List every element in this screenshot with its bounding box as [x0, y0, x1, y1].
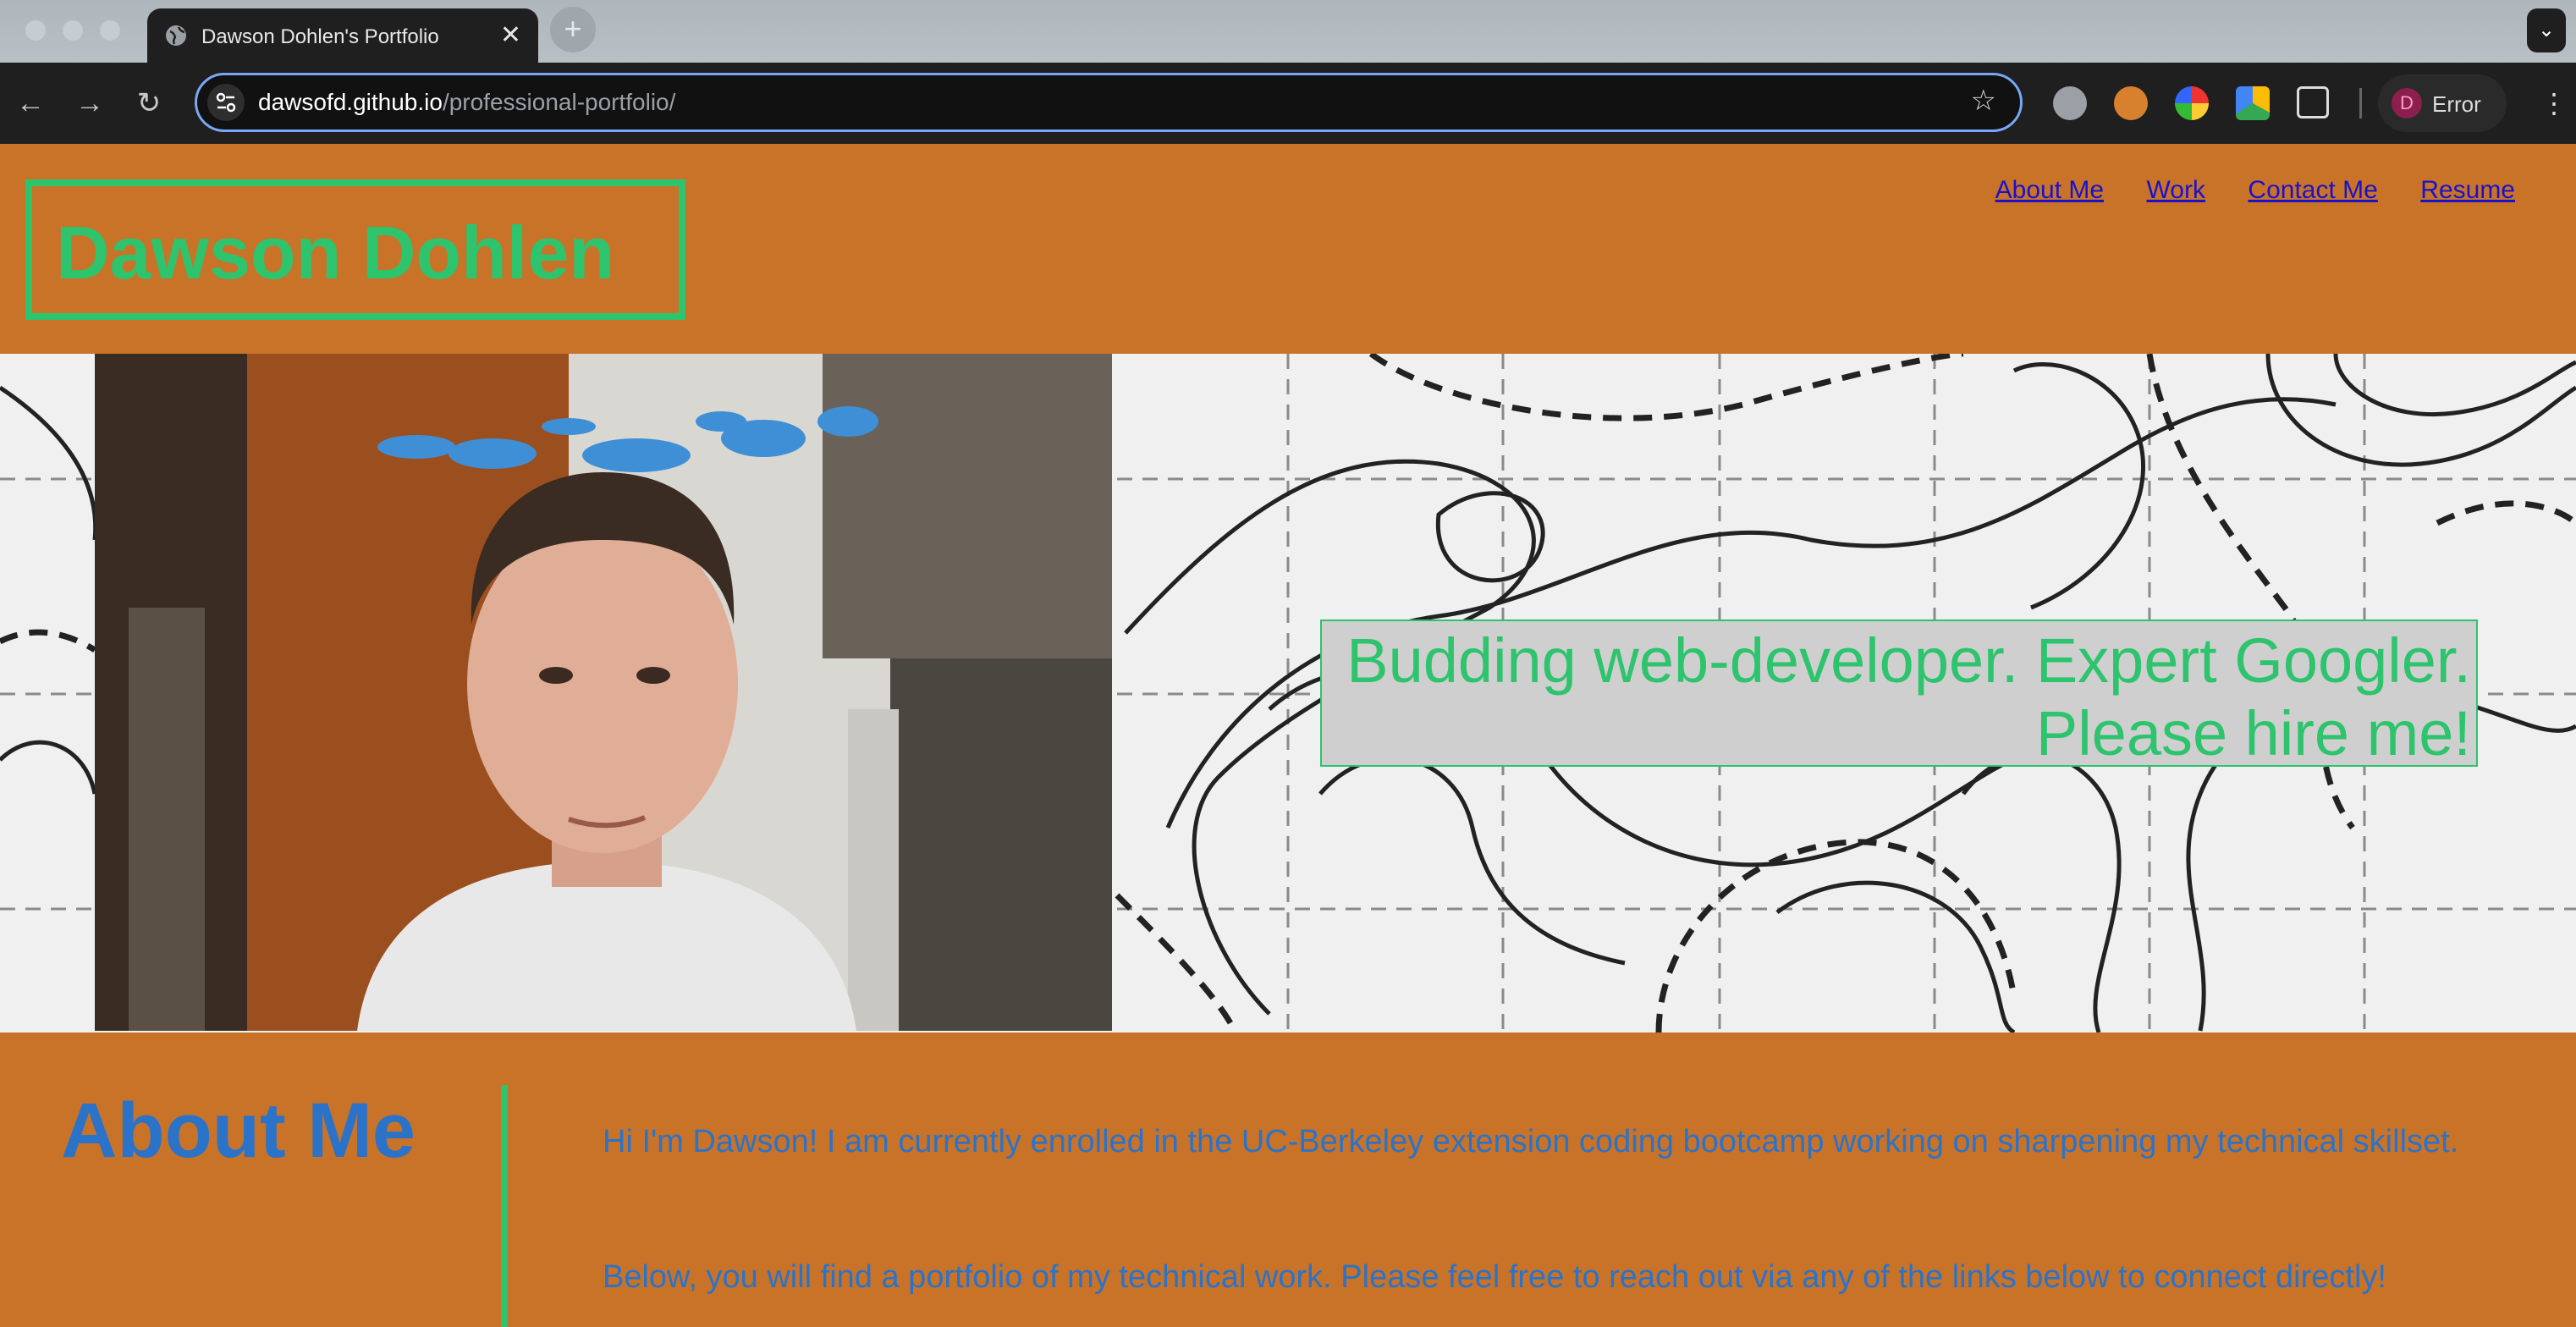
url-path: /professional-portfolio/	[442, 89, 676, 115]
toolbar-divider	[2359, 88, 2362, 118]
tagline-line-1: Budding web-developer. Expert Googler.	[1346, 625, 2471, 696]
browser-toolbar: ← → ↻ dawsofd.github.io/professional-por…	[0, 63, 2576, 144]
profile-photo	[95, 354, 1112, 1031]
nav-link-contact[interactable]: Contact Me	[2248, 176, 2377, 204]
globe-icon	[166, 25, 186, 46]
browser-tab[interactable]: Dawson Dohlen's Portfolio ✕	[147, 8, 538, 63]
bookmark-star-icon[interactable]: ☆	[1971, 84, 1996, 118]
about-divider	[501, 1085, 508, 1327]
nav-link-work[interactable]: Work	[2147, 176, 2205, 204]
profile-avatar: D	[2392, 88, 2422, 118]
hero-tagline-box: Budding web-developer. Expert Googler. P…	[1320, 619, 2478, 768]
window-minimize-dot[interactable]	[63, 20, 83, 41]
reload-icon[interactable]: ↻	[130, 85, 168, 122]
browser-tab-strip: Dawson Dohlen's Portfolio ✕ + ⌄	[0, 0, 2576, 63]
site-name: Dawson Dohlen	[56, 211, 615, 295]
extensions-puzzle-icon[interactable]	[2297, 86, 2329, 118]
google-drive-icon[interactable]	[2236, 86, 2270, 120]
tab-search-chevron-icon[interactable]: ⌄	[2527, 8, 2566, 52]
hero-section: Budding web-developer. Expert Googler. P…	[0, 354, 2576, 1032]
about-paragraph-2: Below, you will find a portfolio of my t…	[603, 1259, 2386, 1295]
about-paragraph-1: Hi I'm Dawson! I am currently enrolled i…	[603, 1124, 2459, 1159]
about-section: About Me Hi I'm Dawson! I am currently e…	[0, 1032, 2576, 1327]
extension-s-icon[interactable]	[2053, 86, 2087, 120]
tagline-line-2: Please hire me!	[2035, 698, 2471, 768]
window-close-dot[interactable]	[25, 20, 46, 41]
back-arrow-icon[interactable]: ←	[12, 85, 49, 122]
address-bar[interactable]: dawsofd.github.io/professional-portfolio…	[195, 73, 2023, 132]
site-settings-icon[interactable]	[207, 84, 245, 121]
new-tab-button[interactable]: +	[550, 7, 596, 52]
about-heading: About Me	[61, 1087, 416, 1174]
url-host: dawsofd.github.io	[258, 89, 443, 115]
url-text[interactable]: dawsofd.github.io/professional-portfolio…	[258, 89, 675, 116]
profile-status: Error	[2432, 91, 2481, 117]
site-logo-box: Dawson Dohlen	[25, 179, 685, 320]
forward-arrow-icon[interactable]: →	[71, 85, 108, 122]
tab-close-icon[interactable]: ✕	[500, 20, 521, 50]
site-nav: About Me Work Contact Me Resume	[1957, 176, 2515, 205]
rss-feed-icon[interactable]	[2114, 86, 2148, 120]
window-zoom-dot[interactable]	[100, 20, 120, 41]
nav-link-resume[interactable]: Resume	[2420, 176, 2515, 204]
color-wheel-extension-icon[interactable]	[2175, 86, 2209, 120]
tab-title: Dawson Dohlen's Portfolio	[201, 25, 439, 48]
nav-link-about[interactable]: About Me	[1995, 176, 2104, 204]
site-header: Dawson Dohlen About Me Work Contact Me R…	[0, 144, 2576, 354]
menu-kebab-icon[interactable]: ⋮	[2540, 86, 2568, 120]
profile-button[interactable]: D Error	[2378, 74, 2507, 132]
